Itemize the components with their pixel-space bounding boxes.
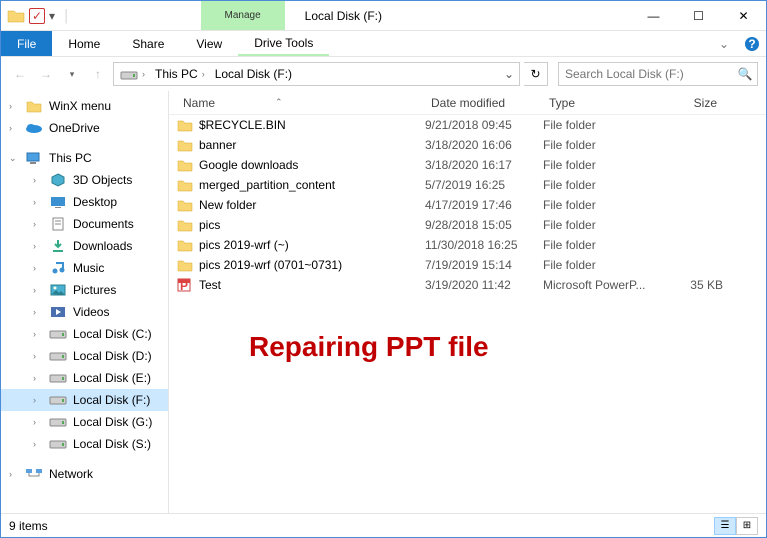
titlebar: ✓ ▾ │ Manage Local Disk (F:) — ☐ ✕ bbox=[1, 1, 766, 31]
header-size[interactable]: Size bbox=[663, 96, 723, 110]
navitem-local-disk-e[interactable]: ›Local Disk (E:) bbox=[1, 367, 168, 389]
address-dropdown[interactable]: ⌄ bbox=[501, 67, 517, 81]
navitem-music[interactable]: ›Music bbox=[1, 257, 168, 279]
navitem-desktop[interactable]: ›Desktop bbox=[1, 191, 168, 213]
navitem-downloads[interactable]: ›Downloads bbox=[1, 235, 168, 257]
view-details-button[interactable]: ☰ bbox=[714, 517, 736, 535]
recent-dropdown[interactable]: ▾ bbox=[61, 63, 83, 85]
header-name[interactable]: Name⌃ bbox=[177, 96, 425, 110]
navitem-local-disk-g[interactable]: ›Local Disk (G:) bbox=[1, 411, 168, 433]
main-area: ›WinX menu›OneDrive ⌄ This PC ›3D Object… bbox=[1, 91, 766, 513]
folder-icon bbox=[177, 138, 193, 152]
ppt-icon: P bbox=[177, 278, 193, 292]
status-bar: 9 items ☰ ⊞ bbox=[1, 513, 766, 537]
address-row: ← → ▾ ↑ › This PC › Local Disk (F:) ⌄ ↻ … bbox=[1, 57, 766, 91]
overlay-caption: Repairing PPT file bbox=[249, 331, 489, 363]
tab-share[interactable]: Share bbox=[116, 31, 180, 56]
file-row[interactable]: New folder4/17/2019 17:46File folder bbox=[169, 195, 766, 215]
sort-asc-icon: ⌃ bbox=[275, 97, 283, 108]
contextual-tab-manage[interactable]: Manage bbox=[201, 1, 285, 30]
up-button[interactable]: ↑ bbox=[87, 63, 109, 85]
navitem-onedrive[interactable]: ›OneDrive bbox=[1, 117, 168, 139]
navitem-local-disk-d[interactable]: ›Local Disk (D:) bbox=[1, 345, 168, 367]
tab-view[interactable]: View bbox=[180, 31, 238, 56]
navitem-local-disk-f[interactable]: ›Local Disk (F:) bbox=[1, 389, 168, 411]
tab-home[interactable]: Home bbox=[52, 31, 116, 56]
folder-icon bbox=[177, 158, 193, 172]
file-row[interactable]: $RECYCLE.BIN9/21/2018 09:45File folder bbox=[169, 115, 766, 135]
quick-access-toolbar: ✓ ▾ │ bbox=[1, 1, 81, 30]
crumb-thispc[interactable]: This PC › bbox=[151, 65, 209, 83]
navitem-thispc[interactable]: ⌄ This PC bbox=[1, 147, 168, 169]
view-toggle: ☰ ⊞ bbox=[714, 517, 758, 535]
ribbon-expand-button[interactable]: ⌄ bbox=[710, 31, 738, 56]
ribbon-tabs: File Home Share View Drive Tools ⌄ ? bbox=[1, 31, 766, 57]
back-button[interactable]: ← bbox=[9, 63, 31, 85]
chevron-right-icon: › bbox=[9, 469, 19, 479]
file-row[interactable]: Google downloads3/18/2020 16:17File fold… bbox=[169, 155, 766, 175]
close-button[interactable]: ✕ bbox=[721, 1, 766, 30]
search-input[interactable] bbox=[559, 67, 733, 81]
navitem-documents[interactable]: ›Documents bbox=[1, 213, 168, 235]
address-bar[interactable]: › This PC › Local Disk (F:) ⌄ bbox=[113, 62, 520, 86]
svg-text:?: ? bbox=[748, 37, 755, 51]
view-large-icons-button[interactable]: ⊞ bbox=[736, 517, 758, 535]
file-row[interactable]: pics 2019-wrf (0701~0731)7/19/2019 15:14… bbox=[169, 255, 766, 275]
qat-dropdown[interactable]: ▾ bbox=[49, 9, 55, 23]
qat-checked-button[interactable]: ✓ bbox=[29, 8, 45, 24]
navitem-local-disk-s[interactable]: ›Local Disk (S:) bbox=[1, 433, 168, 455]
file-row[interactable]: pics9/28/2018 15:05File folder bbox=[169, 215, 766, 235]
search-box[interactable]: 🔍 bbox=[558, 62, 758, 86]
refresh-button[interactable]: ↻ bbox=[524, 62, 548, 86]
status-item-count: 9 items bbox=[9, 519, 48, 533]
folder-icon bbox=[177, 118, 193, 132]
file-row[interactable]: pics 2019-wrf (~)11/30/2018 16:25File fo… bbox=[169, 235, 766, 255]
window-title: Local Disk (F:) bbox=[305, 9, 382, 23]
folder-icon bbox=[177, 258, 193, 272]
navitem-pictures[interactable]: ›Pictures bbox=[1, 279, 168, 301]
minimize-button[interactable]: — bbox=[631, 1, 676, 30]
folder-icon bbox=[177, 218, 193, 232]
folder-icon bbox=[177, 198, 193, 212]
folder-icon bbox=[177, 178, 193, 192]
header-date[interactable]: Date modified bbox=[425, 96, 543, 110]
search-icon[interactable]: 🔍 bbox=[733, 67, 757, 81]
crumb-localdisk-f[interactable]: Local Disk (F:) bbox=[211, 65, 296, 83]
navitem-videos[interactable]: ›Videos bbox=[1, 301, 168, 323]
forward-button[interactable]: → bbox=[35, 63, 57, 85]
crumb-disk-icon[interactable]: › bbox=[116, 65, 149, 83]
tab-file[interactable]: File bbox=[1, 31, 52, 56]
window-controls: — ☐ ✕ bbox=[631, 1, 766, 30]
folder-icon bbox=[177, 238, 193, 252]
tab-drive-tools[interactable]: Drive Tools bbox=[238, 31, 329, 56]
svg-text:P: P bbox=[180, 279, 188, 292]
file-row[interactable]: merged_partition_content5/7/2019 16:25Fi… bbox=[169, 175, 766, 195]
navitem-local-disk-c[interactable]: ›Local Disk (C:) bbox=[1, 323, 168, 345]
network-icon bbox=[25, 466, 43, 482]
chevron-down-icon: ⌄ bbox=[9, 153, 19, 164]
navitem-3d-objects[interactable]: ›3D Objects bbox=[1, 169, 168, 191]
pc-icon bbox=[25, 150, 43, 166]
file-row[interactable]: PTest3/19/2020 11:42Microsoft PowerP...3… bbox=[169, 275, 766, 295]
folder-icon bbox=[7, 8, 25, 24]
help-button[interactable]: ? bbox=[738, 31, 766, 56]
navitem-network[interactable]: › Network bbox=[1, 463, 168, 485]
navitem-winx-menu[interactable]: ›WinX menu bbox=[1, 95, 168, 117]
header-type[interactable]: Type bbox=[543, 96, 663, 110]
maximize-button[interactable]: ☐ bbox=[676, 1, 721, 30]
file-list[interactable]: $RECYCLE.BIN9/21/2018 09:45File folderba… bbox=[169, 115, 766, 513]
nav-pane[interactable]: ›WinX menu›OneDrive ⌄ This PC ›3D Object… bbox=[1, 91, 169, 513]
qat-separator: │ bbox=[63, 9, 71, 23]
file-row[interactable]: banner3/18/2020 16:06File folder bbox=[169, 135, 766, 155]
content-pane: Name⌃ Date modified Type Size $RECYCLE.B… bbox=[169, 91, 766, 513]
column-headers[interactable]: Name⌃ Date modified Type Size bbox=[169, 91, 766, 115]
